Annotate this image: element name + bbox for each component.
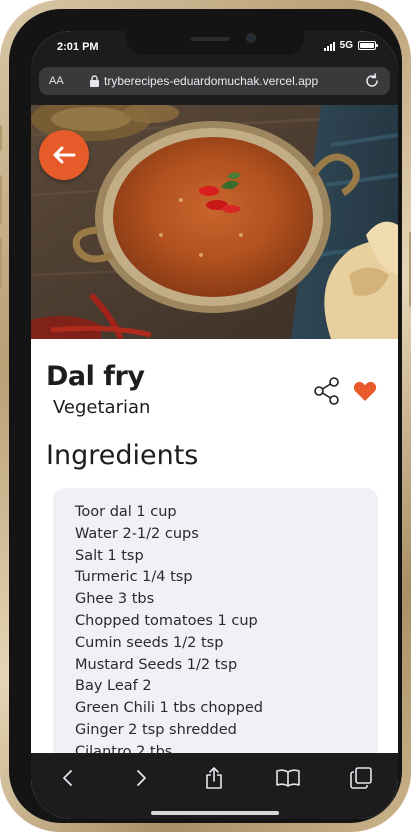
- reload-icon[interactable]: [364, 73, 380, 89]
- browser-share-button[interactable]: [201, 765, 227, 791]
- battery-icon: [358, 41, 378, 50]
- ingredients-list: Toor dal 1 cup Water 2-1/2 cups Salt 1 t…: [53, 488, 378, 788]
- ingredient-item: Water 2-1/2 cups: [75, 525, 199, 542]
- screen: 2:01 PM 5G AA: [31, 31, 398, 819]
- ingredient-item: Toor dal 1 cup: [75, 504, 177, 520]
- favorite-button[interactable]: [352, 378, 378, 404]
- browser-back-button[interactable]: [55, 765, 81, 791]
- network-type: 5G: [339, 40, 353, 51]
- ingredient-item: Salt 1 tsp: [75, 547, 144, 564]
- phone-frame: 2:01 PM 5G AA: [0, 0, 411, 832]
- recipe-hero-image: [31, 105, 398, 339]
- status-indicators: 5G: [323, 40, 378, 51]
- notch: [126, 31, 304, 55]
- home-indicator[interactable]: [151, 811, 279, 815]
- ingredient-item: Bay Leaf 2: [75, 678, 152, 695]
- heart-icon: [353, 381, 377, 401]
- share-icon: [314, 377, 339, 405]
- ingredient-item: Green Chili 1 tbs chopped: [75, 700, 263, 717]
- phone-volume-up-button: [0, 175, 2, 225]
- ingredient-item: Cumin seeds 1/2 tsp: [75, 634, 224, 651]
- lock-icon: [90, 75, 99, 87]
- recipe-title: Dal fry: [46, 361, 145, 392]
- phone-action-button: [0, 125, 2, 151]
- phone-bezel: 2:01 PM 5G AA: [9, 9, 402, 823]
- browser-address-bar: AA trybe​recipes-eduardomuchak.vercel.ap…: [31, 61, 398, 105]
- signal-icon: [323, 41, 335, 51]
- chevron-left-icon: [62, 770, 72, 786]
- url-field[interactable]: AA trybe​recipes-eduardomuchak.vercel.ap…: [39, 67, 390, 95]
- dal-fry-dish-illustration: [31, 105, 398, 339]
- arrow-left-icon: [53, 146, 76, 164]
- tabs-icon: [350, 767, 373, 789]
- share-icon: [206, 767, 223, 789]
- browser-tabs-button[interactable]: [348, 765, 374, 791]
- url-text: trybe​recipes-eduardomuchak.vercel.app: [104, 74, 319, 88]
- ingredient-item: Turmeric 1/4 tsp: [75, 569, 193, 586]
- speaker: [190, 37, 230, 41]
- recipe-category: Vegetarian: [53, 397, 151, 418]
- front-camera: [246, 33, 256, 43]
- browser-forward-button[interactable]: [128, 765, 154, 791]
- text-size-button[interactable]: AA: [49, 75, 89, 87]
- back-button[interactable]: [39, 130, 89, 180]
- share-recipe-button[interactable]: [314, 377, 340, 405]
- browser-bookmarks-button[interactable]: [275, 765, 301, 791]
- ingredient-item: Ginger 2 tsp shredded: [75, 721, 237, 738]
- ingredients-heading: Ingredients: [46, 440, 199, 471]
- browser-toolbar: [31, 753, 398, 819]
- ingredient-item: Chopped tomatoes 1 cup: [75, 612, 258, 629]
- book-icon: [276, 769, 300, 787]
- ingredient-item: Ghee 3 tbs: [75, 591, 155, 608]
- phone-volume-down-button: [0, 238, 2, 288]
- ingredient-item: Mustard Seeds 1/2 tsp: [75, 656, 238, 673]
- chevron-right-icon: [137, 770, 146, 786]
- status-time: 2:01 PM: [57, 41, 99, 53]
